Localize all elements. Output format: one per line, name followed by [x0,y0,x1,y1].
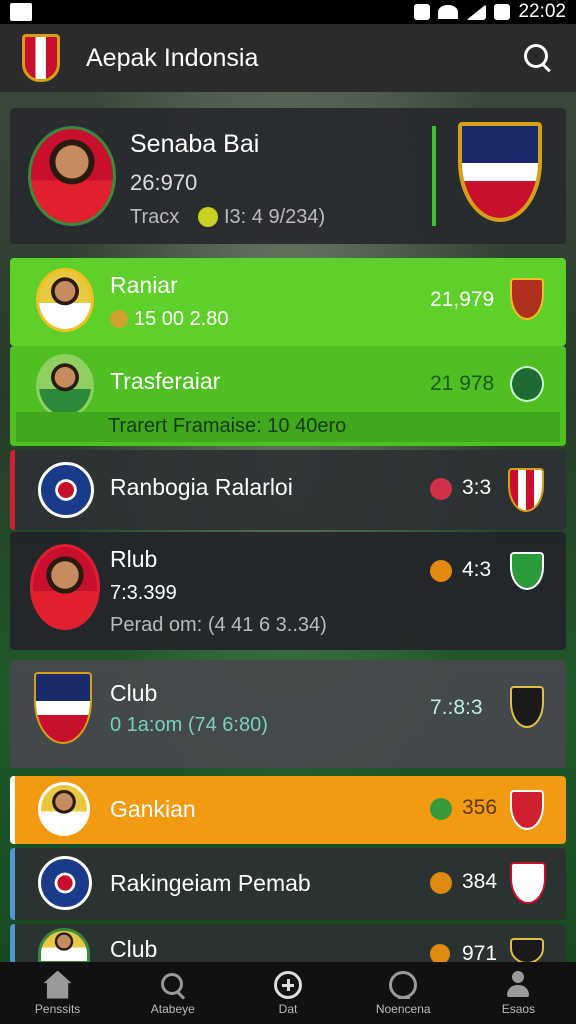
row-accent [10,848,15,920]
signal-icon [466,4,487,20]
row-name: Raniar [110,272,178,298]
ranking-row[interactable]: Rlub 7:3.399 Perad om: (4 41 6 3..34) 4:… [10,532,566,650]
nav-item-atabeye[interactable]: Atabeye [115,962,230,1024]
club-crest-icon [510,790,544,830]
club-crest-icon [34,672,92,744]
ranking-row[interactable]: Ranbogia Ralarloi 3:3 [10,450,566,530]
row-name: Ranbogia Ralarloi [110,474,293,500]
player-avatar [38,928,90,964]
row-name: Club [110,680,158,706]
app-logo-icon [22,34,60,82]
row-score: 7.:8:3 [430,696,483,719]
nav-label: Dat [278,1001,298,1016]
player-avatar [30,544,100,630]
club-crest-icon [510,686,544,728]
profile-icon [504,970,532,999]
row-score: 21 978 [430,372,495,395]
player-avatar [36,354,94,418]
ranking-row[interactable]: Club 0 1a:om (74 6:80) 7.:8:3 [10,660,566,768]
transfer-banner-text: Trarert Framaise: 10 40ero [108,415,347,437]
ranking-row[interactable]: Gankian 356 [10,776,566,844]
row-sub: 7:3.399 [110,582,177,604]
status-dot-icon [430,560,452,582]
ranking-row[interactable]: Trasferaiar 21 978 Trarert Framaise: 10 … [10,346,566,446]
club-crest-icon [510,552,544,590]
search-icon [159,971,187,999]
row-accent [10,776,15,844]
nav-item-penssits[interactable]: Penssits [0,962,115,1024]
nav-label: Atabeye [150,1001,195,1016]
transfer-banner: Trarert Framaise: 10 40ero [16,412,560,442]
row-score: 384 [462,870,498,893]
row-name: Rlub [110,546,158,572]
ranking-row[interactable]: Raniar 15 00 2.80 21,979 [10,258,566,346]
featured-card[interactable]: Senaba Bai 26:970 Tracx I3: 4 9/234) [10,108,566,244]
row-score: 3:3 [462,476,492,499]
club-crest-icon [458,122,542,222]
wifi-icon [438,5,459,19]
club-crest-icon [510,862,546,904]
app-title: Aepak Indonsia [86,43,259,72]
plus-circle-icon [274,970,302,999]
status-dot-icon [430,798,452,820]
nfc-icon [414,4,431,20]
app-bar: Aepak Indonsia [0,24,576,92]
ranking-row[interactable]: Club 971 [10,924,566,965]
row-score: 4:3 [462,558,492,581]
club-crest-icon [510,366,544,402]
row-sub: 15 00 2.80 [134,308,229,330]
featured-name: Senaba Bai [130,130,260,158]
nav-label: Noencena [375,1001,431,1016]
featured-detail: I3: 4 9/234) [224,206,326,228]
club-crest-icon [510,278,544,320]
featured-detail-label: Tracx [130,206,180,228]
battery-icon [494,4,511,20]
home-icon [43,970,72,999]
nav-item-esaos[interactable]: Esaos [461,962,576,1024]
row-name: Rakingeiam Pemab [110,870,311,896]
player-avatar [28,126,116,226]
club-crest-icon [508,468,544,512]
featured-score: 26:970 [130,170,198,195]
club-crest-icon [510,938,544,964]
row-name: Club [110,936,158,962]
row-score: 21,979 [430,288,495,311]
status-dot-icon [430,944,450,964]
status-time: 22:02 [518,1,566,22]
divider [432,126,436,226]
row-sub: 0 1a:om (74 6:80) [110,714,268,736]
row-accent [10,450,15,530]
nav-label: Esaos [501,1001,536,1016]
status-bar: 22:02 [0,0,576,24]
notification-icon [10,3,32,21]
row-name: Gankian [110,796,196,822]
player-avatar [36,268,94,332]
bottom-navigation: Penssits Atabeye Dat Noencena Esaos [0,962,576,1024]
coin-icon [198,207,218,227]
club-crest-icon [38,462,94,518]
row-extra: Perad om: (4 41 6 3..34) [110,614,327,636]
ranking-row[interactable]: Rakingeiam Pemab 384 [10,848,566,920]
row-accent [10,924,15,964]
status-dot-icon [430,478,452,500]
nav-label: Penssits [34,1001,81,1016]
player-avatar [38,782,90,836]
medal-icon [110,310,128,328]
search-icon[interactable] [522,42,554,74]
status-dot-icon [430,872,452,894]
row-score: 356 [462,796,498,819]
news-icon [389,970,418,999]
club-crest-icon [38,856,92,910]
nav-item-dat[interactable]: Dat [230,962,345,1024]
nav-item-noencena[interactable]: Noencena [346,962,461,1024]
row-name: Trasferaiar [110,368,221,394]
